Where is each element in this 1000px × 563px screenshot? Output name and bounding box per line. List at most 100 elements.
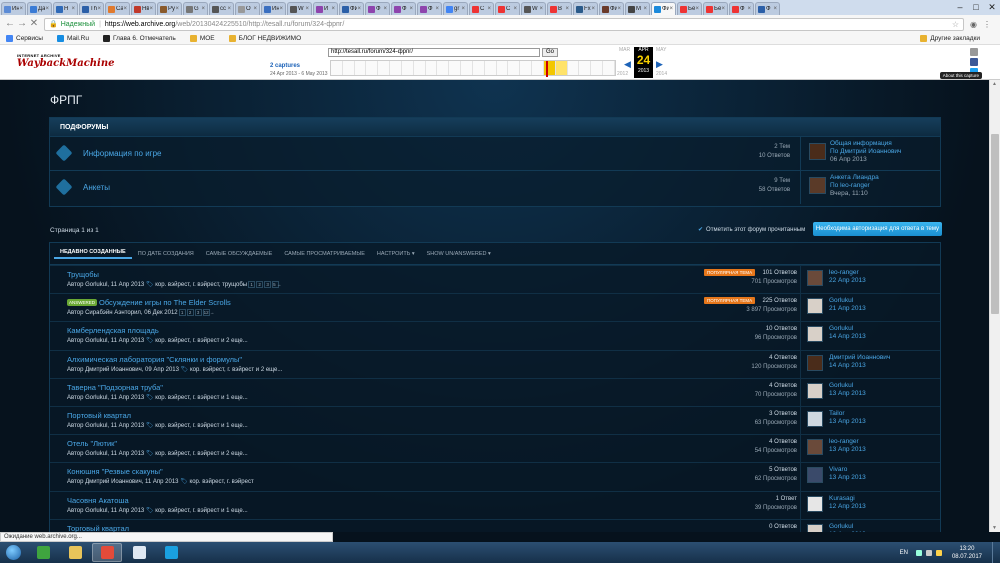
last-post-date[interactable]: 13 Апр 2013 <box>829 418 866 426</box>
tab-close-icon[interactable]: × <box>305 6 309 12</box>
topic-row[interactable]: Конюшня "Резвые скакуны" Автор Дмитрий Ио… <box>50 462 940 492</box>
tab-close-icon[interactable]: × <box>617 6 621 12</box>
topic-title-text[interactable]: Часовня Акатоша <box>67 496 129 505</box>
topic-title[interactable]: Портовый квартал <box>67 411 131 420</box>
wayback-url-input[interactable]: http://tesall.ru/forum/324-фрпг/ <box>328 48 540 57</box>
timeline-month[interactable] <box>555 61 568 75</box>
last-post-date[interactable]: 14 Апр 2013 <box>829 333 866 341</box>
timeline-month[interactable] <box>520 61 533 75</box>
browser-tab[interactable]: cc × <box>209 2 234 15</box>
browser-tab[interactable]: В × <box>547 2 572 15</box>
topic-title[interactable]: ANSWERED Обсуждение игры по The Elder Scr… <box>67 298 231 307</box>
browser-tab[interactable]: Ф × <box>365 2 390 15</box>
browser-tab[interactable]: О × <box>235 2 260 15</box>
browser-tab[interactable]: Ин × <box>1 2 26 15</box>
topic-title[interactable]: Конюшня "Резвые скакуны" <box>67 467 163 476</box>
browser-tab[interactable]: Ф × <box>755 2 780 15</box>
browser-tab[interactable]: gr × <box>443 2 468 15</box>
browser-tab[interactable]: С × <box>469 2 494 15</box>
next-capture-icon[interactable]: ▶ <box>656 59 663 70</box>
show-desktop-button[interactable] <box>992 542 1000 563</box>
tab-close-icon[interactable]: × <box>45 6 49 12</box>
topic-title-text[interactable]: Торговый квартал <box>67 524 129 532</box>
bookmark-item[interactable]: Глава 6. Отмечатель <box>102 35 176 42</box>
taskbar-app-chrome[interactable] <box>92 543 122 562</box>
topic-tags[interactable]: кор. вэйрест, г. вэйрест и 2 еще... <box>155 338 247 344</box>
bookmark-item[interactable]: Сервисы <box>6 35 43 42</box>
tab-close-icon[interactable]: × <box>71 6 75 12</box>
taskbar-app-explorer[interactable] <box>60 543 90 562</box>
stop-icon[interactable]: ✕ <box>28 18 40 30</box>
tab-close-icon[interactable]: × <box>383 6 387 12</box>
topic-row[interactable]: Отель "Лютик" Автор Gorlukul, 11 Апр 2013… <box>50 434 940 464</box>
topic-row[interactable]: Часовня Акатоша Автор Gorlukul, 11 Апр 20… <box>50 490 940 520</box>
avatar[interactable] <box>807 495 823 512</box>
avatar[interactable] <box>807 467 823 484</box>
next-month[interactable]: MAY <box>656 47 666 53</box>
volume-icon[interactable] <box>925 549 932 556</box>
browser-tab[interactable]: М × <box>625 2 650 15</box>
timeline-month[interactable] <box>343 61 355 75</box>
timeline-month[interactable] <box>497 61 509 75</box>
topic-tags[interactable]: кор. вэйрест, г. вэйрест <box>190 479 254 485</box>
timeline-month[interactable] <box>437 61 450 75</box>
avatar[interactable] <box>807 326 823 343</box>
timeline-month[interactable] <box>426 61 438 75</box>
topic-row[interactable]: Алхимическая лаборатория "Склянки и форм… <box>50 349 940 379</box>
last-post-date[interactable]: 14 Апр 2013 <box>829 362 890 370</box>
browser-tab[interactable]: Нв × <box>131 2 156 15</box>
close-icon[interactable]: ✕ <box>984 0 1000 15</box>
topic-title-text[interactable]: Камберлендская площадь <box>67 326 159 335</box>
topic-title-text[interactable]: Алхимическая лаборатория "Склянки и форм… <box>67 355 242 364</box>
last-post-user[interactable]: Gorlukul <box>829 523 866 531</box>
tab-close-icon[interactable]: × <box>123 6 127 12</box>
tab-close-icon[interactable]: × <box>721 6 725 12</box>
bookmark-item[interactable]: Mail.Ru <box>56 35 89 42</box>
other-bookmarks[interactable]: Другие закладки <box>920 35 980 42</box>
avatar[interactable] <box>809 177 826 194</box>
wayback-logo[interactable]: INTERNET ARCHIVE WaybackMachine <box>17 53 114 75</box>
tab-close-icon[interactable]: × <box>591 6 595 12</box>
subforum-row[interactable]: Анкеты 9 Тем 58 Ответов Анкета Лиандра По le… <box>50 170 940 204</box>
page-link[interactable]: 2 <box>256 281 264 288</box>
tab-close-icon[interactable]: × <box>175 6 179 12</box>
minimize-icon[interactable]: – <box>952 0 968 15</box>
filter-tab[interactable]: SHOW UN/ANSWERED ▾ <box>421 251 497 257</box>
bookmark-star-icon[interactable]: ☆ <box>952 20 959 29</box>
topic-title[interactable]: Алхимическая лаборатория "Склянки и форм… <box>67 355 242 364</box>
scroll-thumb[interactable] <box>991 134 999 314</box>
tab-close-icon[interactable]: × <box>669 6 673 12</box>
topic-tags[interactable]: кор. вэйрест, г. вэйрест и 1 еще... <box>155 395 247 401</box>
flag-icon[interactable] <box>935 549 942 556</box>
topic-row[interactable]: ANSWERED Обсуждение игры по The Elder Scr… <box>50 293 940 323</box>
browser-tab[interactable]: Бе × <box>677 2 702 15</box>
timeline-month[interactable] <box>355 61 367 75</box>
back-icon[interactable]: ← <box>4 18 16 30</box>
last-post-user[interactable]: Дмитрий Иоаннович <box>829 354 890 362</box>
timeline-month[interactable] <box>591 61 604 75</box>
last-post-date[interactable]: 13 Апр 2013 <box>829 446 866 454</box>
tab-close-icon[interactable]: × <box>461 6 465 12</box>
browser-tab[interactable]: Да × <box>27 2 52 15</box>
tab-close-icon[interactable]: × <box>695 6 699 12</box>
timeline-month[interactable] <box>378 61 391 75</box>
last-post-title[interactable]: Анкета Лиандра <box>830 174 879 182</box>
scroll-up-icon[interactable]: ▲ <box>992 81 997 87</box>
last-post-user[interactable]: Tailor <box>829 410 866 418</box>
taskbar-app-utorrent[interactable] <box>28 543 58 562</box>
browser-tab[interactable]: Бе × <box>703 2 728 15</box>
taskbar-app-notepad[interactable] <box>124 543 154 562</box>
tab-close-icon[interactable]: × <box>201 6 205 12</box>
tab-close-icon[interactable]: × <box>149 6 153 12</box>
timeline-month[interactable] <box>473 61 485 75</box>
avatar[interactable] <box>807 270 823 286</box>
last-post-user[interactable]: Gorlukul <box>829 325 866 333</box>
facebook-icon[interactable] <box>970 58 978 66</box>
timeline-month[interactable] <box>366 61 379 75</box>
subforum-row[interactable]: Информация по игре 2 Тем 10 Ответов Общая и… <box>50 136 940 170</box>
last-post-date[interactable]: 12 Апр 2013 <box>829 503 866 511</box>
tab-close-icon[interactable]: × <box>565 6 569 12</box>
filter-tab[interactable]: ПО ДАТЕ СОЗДАНИЯ <box>132 251 200 257</box>
topic-title[interactable]: Отель "Лютик" <box>67 439 117 448</box>
page-link[interactable]: 2 <box>186 309 194 317</box>
